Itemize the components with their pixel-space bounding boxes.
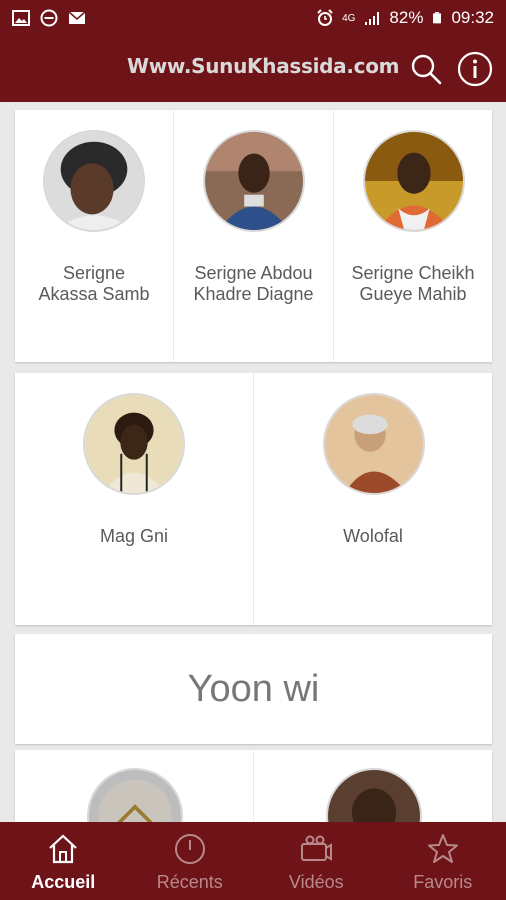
- app-title: Www.SunuKhassida.com: [127, 54, 400, 78]
- status-bar: 4G 82% 09:32: [0, 0, 506, 36]
- nav-item-accueil[interactable]: Accueil: [0, 822, 127, 900]
- avatar: [87, 768, 183, 822]
- image-icon: [12, 10, 30, 26]
- mail-icon: [68, 11, 86, 24]
- star-icon: [427, 834, 458, 863]
- nav-label: Accueil: [31, 872, 96, 892]
- reciter-card[interactable]: [253, 750, 492, 822]
- search-icon: [411, 54, 442, 85]
- nav-label: Vidéos: [288, 872, 344, 892]
- reciter-card[interactable]: Serigne Akassa Samb: [15, 110, 173, 362]
- avatar: [363, 130, 465, 232]
- avatar: [43, 130, 145, 232]
- avatar: [83, 393, 185, 495]
- avatar: [326, 768, 422, 822]
- reciter-name: Serigne Cheikh Gueye Mahib: [351, 263, 475, 304]
- nav-label: Récents: [156, 872, 223, 892]
- reciter-card[interactable]: [15, 750, 253, 822]
- nav-label: Favoris: [413, 872, 473, 892]
- clock-time: 09:32: [451, 8, 494, 27]
- reciter-grid-row-2: Mag Gni Wolofal: [15, 373, 492, 625]
- nav-item-recents[interactable]: Récents: [127, 822, 254, 900]
- avatar: [323, 393, 425, 495]
- home-icon: [49, 834, 77, 864]
- avatar: [203, 130, 305, 232]
- do-not-disturb-icon: [40, 9, 58, 27]
- signal-icon: [365, 12, 380, 25]
- section-title: Yoon wi: [187, 667, 320, 710]
- reciter-name: Serigne Akassa Samb: [38, 263, 150, 304]
- reciter-card[interactable]: Wolofal: [253, 373, 492, 625]
- reciter-name: Serigne Abdou Khadre Diagne: [193, 263, 314, 304]
- section-header: Yoon wi: [15, 634, 492, 744]
- nav-item-videos[interactable]: Vidéos: [253, 822, 380, 900]
- reciter-grid-row-1: Serigne Akassa Samb Serigne Abdou Khadre…: [15, 110, 492, 362]
- battery-percent: 82%: [389, 8, 424, 27]
- info-icon: [457, 51, 493, 87]
- reciter-name: Mag Gni: [99, 526, 169, 546]
- battery-icon: [433, 12, 442, 24]
- reciter-card[interactable]: Serigne Abdou Khadre Diagne: [173, 110, 333, 362]
- network-type: 4G: [342, 12, 356, 24]
- reciter-name: Wolofal: [343, 526, 403, 546]
- reciter-card[interactable]: Serigne Cheikh Gueye Mahib: [333, 110, 492, 362]
- clock-icon: [174, 834, 205, 864]
- reciter-card[interactable]: Mag Gni: [15, 373, 253, 625]
- info-button[interactable]: [456, 50, 494, 88]
- alarm-icon: [317, 9, 333, 26]
- bottom-nav: Accueil Récents Vidéos Favoris: [0, 822, 506, 900]
- reciter-grid-row-3: [15, 750, 492, 822]
- search-button[interactable]: [407, 50, 445, 88]
- app-bar: Www.SunuKhassida.com: [0, 36, 506, 102]
- video-icon: [301, 835, 333, 861]
- nav-item-favoris[interactable]: Favoris: [380, 822, 506, 900]
